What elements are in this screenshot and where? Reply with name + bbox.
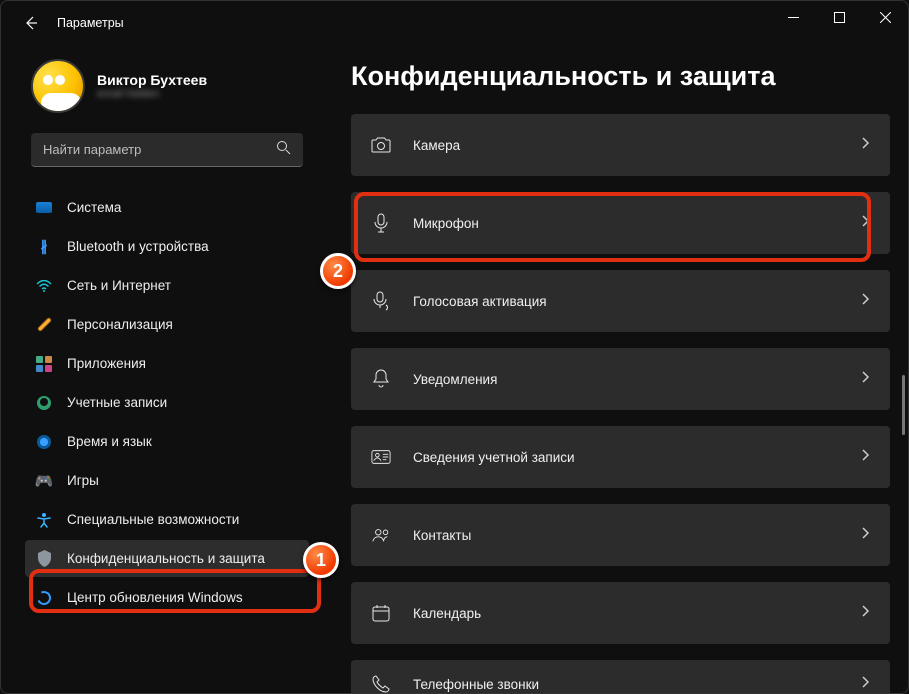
minimize-button[interactable] — [770, 1, 816, 33]
sidebar-item-privacy[interactable]: Конфиденциальность и защита — [25, 540, 309, 577]
search-input[interactable] — [43, 142, 276, 157]
accessibility-icon — [35, 511, 53, 529]
app-title: Параметры — [57, 16, 124, 30]
person-icon — [35, 394, 53, 412]
setting-voice-activation[interactable]: Голосовая активация — [351, 270, 890, 332]
setting-phone-calls[interactable]: Телефонные звонки — [351, 660, 890, 693]
bluetooth-icon: ∦ — [35, 238, 53, 256]
page-title: Конфиденциальность и защита — [351, 61, 890, 92]
bell-icon — [371, 369, 391, 389]
update-icon — [35, 589, 53, 607]
sidebar: Виктор Бухтеев email hidden Система ∦ Bl… — [1, 45, 321, 693]
setting-camera[interactable]: Камера — [351, 114, 890, 176]
brush-icon — [35, 316, 53, 334]
sidebar-item-label: Персонализация — [67, 317, 173, 332]
globe-icon — [35, 433, 53, 451]
main-content: Конфиденциальность и защита Камера Микро… — [321, 45, 908, 693]
sidebar-item-label: Приложения — [67, 356, 146, 371]
sidebar-item-label: Сеть и Интернет — [67, 278, 171, 293]
sidebar-item-system[interactable]: Система — [25, 189, 309, 226]
sidebar-item-network[interactable]: Сеть и Интернет — [25, 267, 309, 304]
titlebar: Параметры — [1, 1, 908, 45]
chevron-right-icon — [862, 370, 870, 388]
setting-contacts[interactable]: Контакты — [351, 504, 890, 566]
setting-label: Сведения учетной записи — [413, 450, 575, 465]
user-email: email hidden — [97, 88, 207, 100]
setting-microphone[interactable]: Микрофон — [351, 192, 890, 254]
close-button[interactable] — [862, 1, 908, 33]
id-card-icon — [371, 447, 391, 467]
shield-icon — [35, 550, 53, 568]
maximize-button[interactable] — [816, 1, 862, 33]
sidebar-item-windows-update[interactable]: Центр обновления Windows — [25, 579, 309, 616]
search-box[interactable] — [31, 133, 303, 167]
user-block[interactable]: Виктор Бухтеев email hidden — [31, 59, 309, 113]
wifi-icon — [35, 277, 53, 295]
user-name: Виктор Бухтеев — [97, 72, 207, 88]
chevron-right-icon — [862, 604, 870, 622]
microphone-icon — [371, 213, 391, 233]
chevron-right-icon — [862, 448, 870, 466]
chevron-right-icon — [862, 292, 870, 310]
setting-calendar[interactable]: Календарь — [351, 582, 890, 644]
sidebar-item-label: Bluetooth и устройства — [67, 239, 209, 254]
close-icon — [880, 12, 891, 23]
setting-label: Контакты — [413, 528, 471, 543]
setting-label: Голосовая активация — [413, 294, 547, 309]
sidebar-item-label: Центр обновления Windows — [67, 590, 243, 605]
sidebar-item-time-language[interactable]: Время и язык — [25, 423, 309, 460]
search-icon — [276, 140, 291, 160]
setting-label: Календарь — [413, 606, 481, 621]
sidebar-item-label: Игры — [67, 473, 99, 488]
sidebar-item-label: Конфиденциальность и защита — [67, 551, 265, 566]
calendar-icon — [371, 603, 391, 623]
sidebar-nav: Система ∦ Bluetooth и устройства Сеть и … — [25, 189, 309, 616]
minimize-icon — [788, 12, 799, 23]
sidebar-item-gaming[interactable]: 🎮 Игры — [25, 462, 309, 499]
sidebar-item-accounts[interactable]: Учетные записи — [25, 384, 309, 421]
camera-icon — [371, 135, 391, 155]
sidebar-item-personalization[interactable]: Персонализация — [25, 306, 309, 343]
sidebar-item-label: Система — [67, 200, 121, 215]
back-button[interactable] — [19, 11, 43, 35]
sidebar-item-apps[interactable]: Приложения — [25, 345, 309, 382]
avatar — [31, 59, 85, 113]
arrow-left-icon — [23, 15, 39, 31]
setting-account-info[interactable]: Сведения учетной записи — [351, 426, 890, 488]
gamepad-icon: 🎮 — [35, 472, 53, 490]
setting-label: Телефонные звонки — [413, 677, 539, 692]
sidebar-item-label: Время и язык — [67, 434, 152, 449]
settings-list: Камера Микрофон Голосовая активация — [351, 114, 890, 693]
chevron-right-icon — [862, 136, 870, 154]
contacts-icon — [371, 525, 391, 545]
sidebar-item-bluetooth[interactable]: ∦ Bluetooth и устройства — [25, 228, 309, 265]
voice-icon — [371, 291, 391, 311]
chevron-right-icon — [862, 214, 870, 232]
chevron-right-icon — [862, 526, 870, 544]
display-icon — [35, 199, 53, 217]
sidebar-item-accessibility[interactable]: Специальные возможности — [25, 501, 309, 538]
sidebar-item-label: Специальные возможности — [67, 512, 239, 527]
setting-label: Камера — [413, 138, 460, 153]
phone-icon — [371, 674, 391, 693]
setting-notifications[interactable]: Уведомления — [351, 348, 890, 410]
maximize-icon — [834, 12, 845, 23]
chevron-right-icon — [862, 675, 870, 693]
setting-label: Уведомления — [413, 372, 497, 387]
apps-icon — [35, 355, 53, 373]
scrollbar-thumb[interactable] — [902, 375, 905, 435]
sidebar-item-label: Учетные записи — [67, 395, 167, 410]
setting-label: Микрофон — [413, 216, 479, 231]
